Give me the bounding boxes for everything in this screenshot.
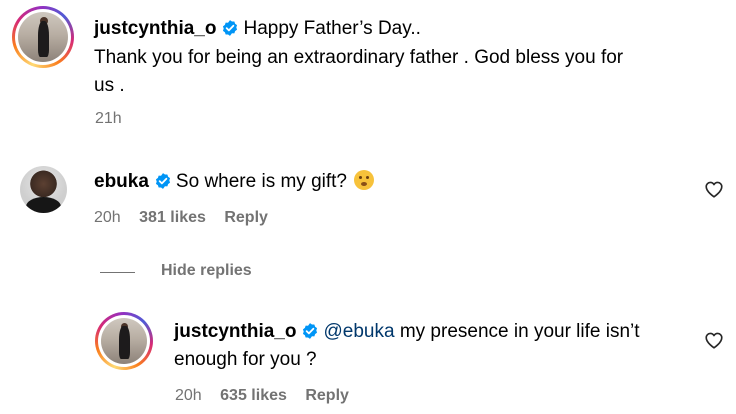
comment-1-line-1: justcynthia_o Happy Father’s Day.. bbox=[94, 15, 421, 43]
comment-1-line-3: us . bbox=[94, 75, 125, 96]
comment-1-line-2: Thank you for being an extraordinary fat… bbox=[94, 47, 624, 68]
verified-badge-icon bbox=[155, 173, 170, 189]
avatar-justcynthia-o[interactable] bbox=[12, 6, 74, 68]
thinking-face-emoji bbox=[354, 170, 375, 190]
verified-badge-icon bbox=[223, 20, 238, 36]
comment-timestamp[interactable]: 20h bbox=[175, 387, 202, 404]
reply-button[interactable]: Reply bbox=[305, 387, 349, 404]
comment-text: So where is my gift? bbox=[175, 171, 347, 192]
replies-divider bbox=[100, 272, 135, 273]
reply-line-1: justcynthia_o @ebuka my presence in your … bbox=[174, 318, 640, 346]
heart-icon[interactable] bbox=[704, 180, 724, 198]
reply-button[interactable]: Reply bbox=[224, 209, 268, 226]
avatar-justcynthia-o[interactable] bbox=[95, 312, 153, 370]
verified-badge-icon bbox=[303, 323, 318, 339]
comment-text: my presence in your life isn’t bbox=[399, 321, 640, 342]
comment-timestamp[interactable]: 20h bbox=[94, 209, 121, 226]
comment-2-line-1: ebuka So where is my gift? bbox=[94, 168, 375, 196]
mention-link[interactable]: @ebuka bbox=[323, 321, 394, 342]
likes-count[interactable]: 381 likes bbox=[139, 209, 206, 226]
comment-username[interactable]: justcynthia_o bbox=[174, 321, 296, 342]
comment-timestamp[interactable]: 21h bbox=[95, 110, 122, 128]
comment-username[interactable]: justcynthia_o bbox=[94, 18, 216, 39]
reply-meta: 20h 635 likes Reply bbox=[175, 387, 349, 405]
comment-text: Happy Father’s Day.. bbox=[243, 18, 421, 39]
comment-2-meta: 20h 381 likes Reply bbox=[94, 209, 268, 227]
likes-count[interactable]: 635 likes bbox=[220, 387, 287, 404]
comment-username[interactable]: ebuka bbox=[94, 171, 149, 192]
avatar-ebuka[interactable] bbox=[20, 166, 67, 213]
hide-replies-button[interactable]: Hide replies bbox=[161, 262, 252, 280]
reply-line-2: enough for you ? bbox=[174, 349, 317, 370]
heart-icon[interactable] bbox=[704, 331, 724, 349]
